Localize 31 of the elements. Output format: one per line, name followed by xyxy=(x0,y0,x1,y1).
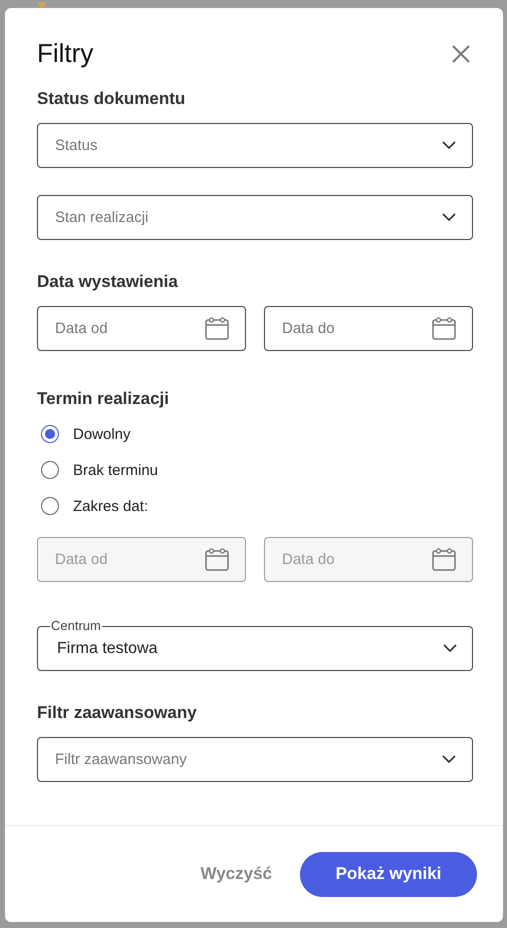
section-heading: Termin realizacji xyxy=(37,389,170,409)
radio-label: Dowolny xyxy=(73,426,131,442)
radio-label: Brak terminu xyxy=(73,462,158,478)
section-heading: Filtr zaawansowany xyxy=(37,703,198,723)
clear-button[interactable]: Wyczyść xyxy=(198,858,274,890)
select-field[interactable]: Status xyxy=(37,123,473,168)
radio-icon[interactable] xyxy=(41,425,59,443)
calendar-icon xyxy=(432,548,456,571)
radio-label: Zakres dat: xyxy=(73,498,148,514)
chevron-down-icon xyxy=(442,213,456,222)
calendar-icon xyxy=(432,317,456,340)
radio-option[interactable]: Dowolny xyxy=(41,423,473,445)
section-heading: Data wystawienia xyxy=(37,272,179,292)
radio-icon[interactable] xyxy=(41,461,59,479)
radio-icon[interactable] xyxy=(41,497,59,515)
radio-option[interactable]: Brak terminu xyxy=(41,459,473,481)
date-field[interactable]: Data od xyxy=(37,306,246,351)
chevron-down-icon xyxy=(442,755,456,764)
calendar-icon xyxy=(205,317,229,340)
date-field[interactable]: Data do xyxy=(264,306,473,351)
select-field[interactable]: Stan realizacji xyxy=(37,195,473,240)
show-results-button[interactable]: Pokaż wyniki xyxy=(300,852,477,896)
dialog-title: Filtry xyxy=(37,38,94,69)
chevron-down-icon xyxy=(443,644,457,653)
chevron-down-icon xyxy=(442,141,456,150)
section-heading: Status dokumentu xyxy=(37,89,186,109)
centrum-select[interactable]: Centrum Firma testowa xyxy=(37,618,473,671)
select-field[interactable]: Filtr zaawansowany xyxy=(37,737,473,782)
close-icon xyxy=(452,44,470,62)
radio-option[interactable]: Zakres dat: xyxy=(41,495,473,517)
calendar-icon xyxy=(205,548,229,571)
